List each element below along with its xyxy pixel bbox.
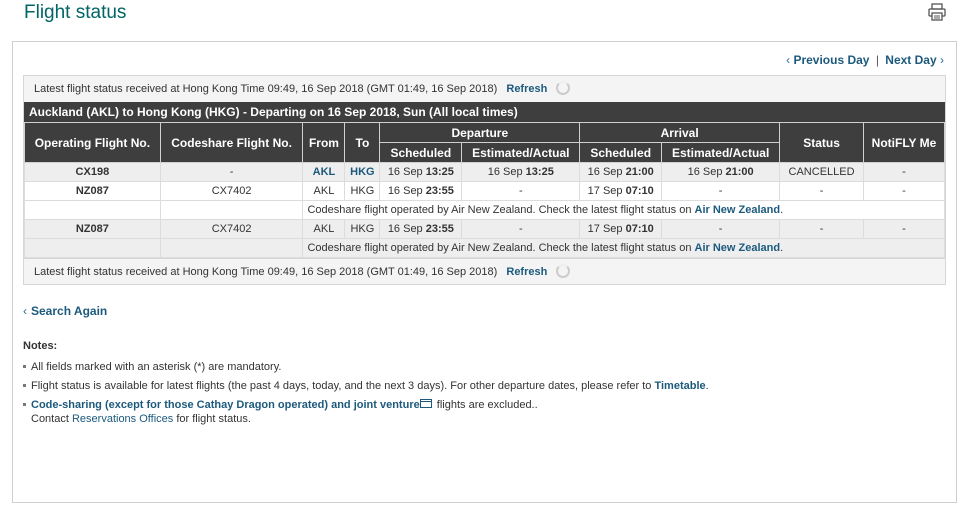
air-new-zealand-link[interactable]: Air New Zealand	[695, 204, 781, 216]
latest-status-text: Latest flight status received at Hong Ko…	[34, 83, 498, 95]
bullet-icon	[23, 403, 26, 406]
flight-status-panel: ‹ Previous Day | Next Day › Latest fligh…	[12, 41, 957, 503]
dep-scheduled: 16 Sep 13:25	[379, 162, 463, 182]
dep-estimated: 16 Sep 13:25	[461, 162, 581, 182]
arr-scheduled: 17 Sep 07:10	[579, 219, 663, 239]
header-notifly: NotiFLY Me	[863, 122, 945, 163]
codeshare-note-row: Codeshare flight operated by Air New Zea…	[24, 238, 945, 258]
codeshare-flight: CX7402	[159, 219, 304, 239]
header-arr-scheduled: Scheduled	[579, 142, 663, 163]
flight-status: -	[779, 181, 865, 201]
header-arrival: Arrival	[579, 122, 781, 143]
codeshare-note: Codeshare flight operated by Air New Zea…	[302, 238, 945, 258]
dep-scheduled: 16 Sep 23:55	[379, 219, 463, 239]
codeshare-flight: CX7402	[159, 181, 304, 201]
flight-status: -	[779, 219, 865, 239]
to-airport-link[interactable]: HKG	[350, 166, 374, 178]
search-again-link[interactable]: ‹ Search Again	[23, 304, 107, 318]
arr-estimated: -	[661, 219, 781, 239]
notifly-cell: -	[863, 219, 945, 239]
refresh-spinner-icon	[556, 81, 571, 95]
printer-icon	[928, 3, 946, 21]
notifly-cell: -	[863, 162, 945, 182]
latest-status-text: Latest flight status received at Hong Ko…	[34, 266, 498, 278]
next-day-link[interactable]: Next Day	[885, 53, 936, 67]
notes-title: Notes:	[23, 340, 58, 352]
to-airport: HKG	[344, 219, 381, 239]
notifly-cell: -	[863, 181, 945, 201]
flight-status: CANCELLED	[779, 162, 865, 182]
latest-status-bottom: Latest flight status received at Hong Ko…	[24, 258, 945, 284]
from-airport: AKL	[302, 181, 346, 201]
header-from: From	[302, 122, 346, 163]
header-departure: Departure	[379, 122, 581, 143]
codeshare-note-row: Codeshare flight operated by Air New Zea…	[24, 200, 945, 220]
chevron-left-icon: ‹	[23, 304, 27, 318]
refresh-spinner-icon	[556, 264, 571, 278]
refresh-link[interactable]: Refresh	[506, 83, 547, 95]
operating-flight: NZ087	[24, 219, 161, 239]
arr-estimated: -	[661, 181, 781, 201]
note-item: Flight status is available for latest fl…	[23, 379, 923, 393]
from-airport: AKL	[302, 219, 346, 239]
codeshare-flight: -	[159, 162, 304, 182]
arr-estimated: 16 Sep 21:00	[661, 162, 781, 182]
timetable-link[interactable]: Timetable	[654, 380, 705, 392]
header-status: Status	[779, 122, 865, 163]
previous-day-link[interactable]: Previous Day	[793, 53, 869, 67]
status-box: Latest flight status received at Hong Ko…	[23, 75, 946, 285]
table-row: NZ087 CX7402 AKL HKG 16 Sep 23:55 - 17 S…	[24, 219, 945, 239]
from-airport-link[interactable]: AKL	[313, 166, 336, 178]
flight-table: Operating Flight No. Codeshare Flight No…	[24, 122, 945, 258]
table-row: CX198 - AKL HKG 16 Sep 13:25 16 Sep 13:2…	[24, 162, 945, 182]
route-title: Auckland (AKL) to Hong Kong (HKG) - Depa…	[24, 102, 945, 122]
air-new-zealand-link[interactable]: Air New Zealand	[695, 242, 781, 254]
dep-estimated: -	[461, 219, 581, 239]
header-dep-estimated: Estimated/Actual	[461, 142, 581, 163]
bullet-icon	[23, 384, 26, 387]
bullet-icon	[23, 365, 26, 368]
latest-status-top: Latest flight status received at Hong Ko…	[24, 76, 945, 102]
header-dep-scheduled: Scheduled	[379, 142, 463, 163]
dep-estimated: -	[461, 181, 581, 201]
chevron-right-icon: ›	[940, 53, 944, 67]
codeshare-note: Codeshare flight operated by Air New Zea…	[302, 200, 945, 220]
external-window-icon	[419, 399, 432, 408]
table-row: NZ087 CX7402 AKL HKG 16 Sep 23:55 - 17 S…	[24, 181, 945, 201]
header-operating: Operating Flight No.	[24, 122, 161, 163]
note-item: All fields marked with an asterisk (*) a…	[23, 360, 923, 374]
operating-flight: CX198	[24, 162, 161, 182]
to-airport: HKG	[344, 181, 381, 201]
dep-scheduled: 16 Sep 23:55	[379, 181, 463, 201]
chevron-left-icon: ‹	[786, 53, 791, 67]
header-to: To	[344, 122, 381, 163]
print-button[interactable]	[927, 2, 947, 22]
arr-scheduled: 17 Sep 07:10	[579, 181, 663, 201]
operating-flight: NZ087	[24, 181, 161, 201]
note-item: Code-sharing (except for those Cathay Dr…	[23, 398, 923, 426]
page-title: Flight status	[24, 2, 127, 23]
day-navigation: ‹ Previous Day | Next Day ›	[786, 53, 944, 67]
notes-list: All fields marked with an asterisk (*) a…	[23, 360, 923, 431]
header-codeshare: Codeshare Flight No.	[159, 122, 304, 163]
nav-separator: |	[875, 53, 879, 67]
codeshare-info-link[interactable]: Code-sharing (except for those Cathay Dr…	[31, 399, 420, 411]
header-arr-estimated: Estimated/Actual	[661, 142, 781, 163]
arr-scheduled: 16 Sep 21:00	[579, 162, 663, 182]
reservations-offices-link[interactable]: Reservations Offices	[72, 413, 173, 425]
refresh-link[interactable]: Refresh	[506, 266, 547, 278]
